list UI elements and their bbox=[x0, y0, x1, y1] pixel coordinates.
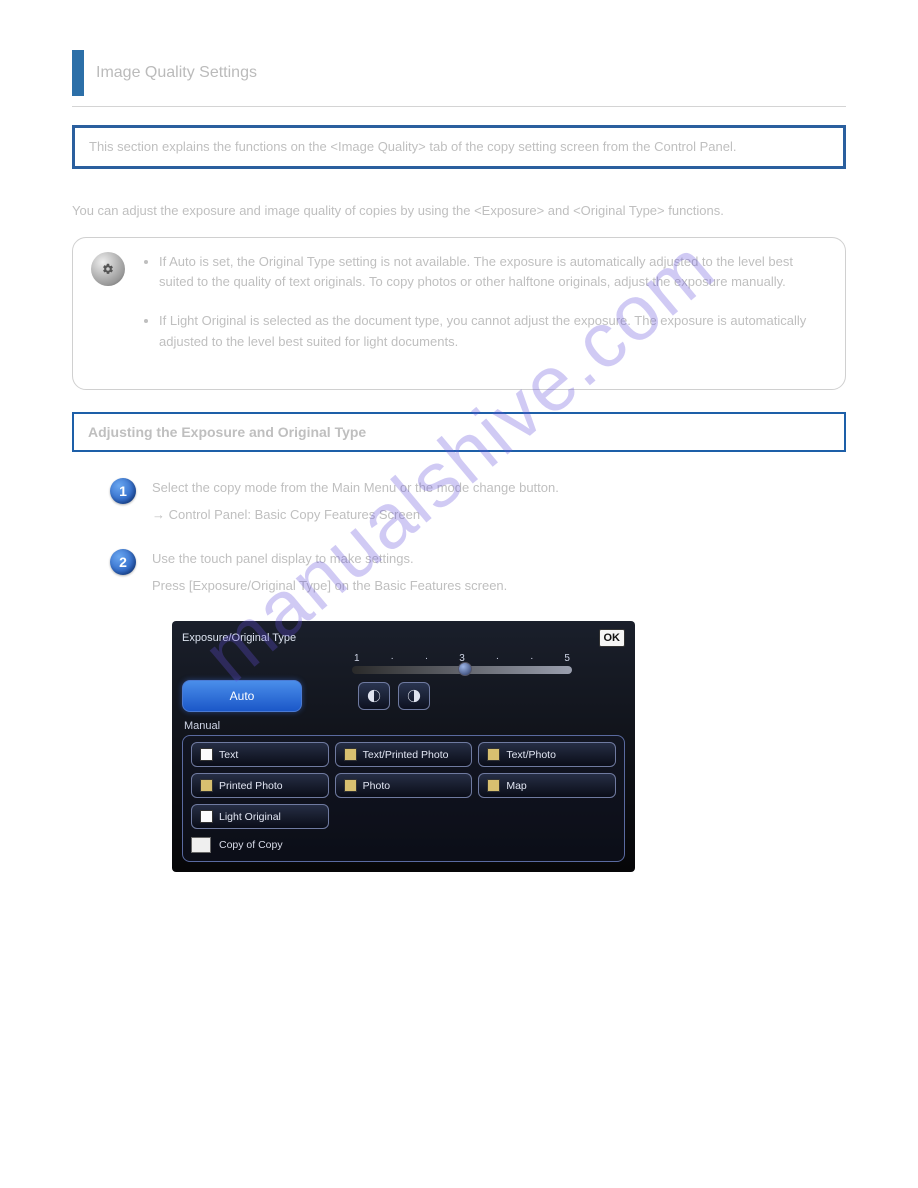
copy-of-copy-row[interactable]: Copy of Copy bbox=[191, 837, 616, 853]
note-box: If Auto is set, the Original Type settin… bbox=[72, 237, 846, 390]
type-row-3: Light Original bbox=[191, 804, 616, 829]
step-2-text: Use the touch panel display to make sett… bbox=[152, 549, 507, 603]
type-text-button[interactable]: Text bbox=[191, 742, 329, 767]
manual-group: Text Text/Printed Photo Text/Photo Print… bbox=[182, 735, 625, 862]
btn-label: Text/Photo bbox=[506, 749, 556, 761]
lighter-button[interactable] bbox=[398, 682, 430, 710]
intro-paragraph: You can adjust the exposure and image qu… bbox=[72, 201, 846, 221]
gear-glyph bbox=[102, 263, 114, 275]
slider-mark: · bbox=[496, 653, 499, 664]
btn-label: Map bbox=[506, 780, 526, 792]
darker-button[interactable] bbox=[358, 682, 390, 710]
slider-mark: 5 bbox=[564, 653, 570, 664]
copy-of-copy-label: Copy of Copy bbox=[219, 839, 283, 851]
title-accent-bar bbox=[72, 50, 84, 96]
panel-header: Exposure/Original Type OK bbox=[182, 629, 625, 647]
doc-icon bbox=[487, 779, 500, 792]
step-1-line-2: → Control Panel: Basic Copy Features Scr… bbox=[152, 505, 559, 526]
auto-and-adjust-row: Auto bbox=[182, 680, 625, 712]
slider-mark: 1 bbox=[354, 653, 360, 664]
type-text-photo-button[interactable]: Text/Photo bbox=[478, 742, 616, 767]
doc-icon bbox=[344, 748, 357, 761]
gear-icon bbox=[91, 252, 125, 286]
note-item-1: If Auto is set, the Original Type settin… bbox=[159, 252, 827, 294]
panel-title: Exposure/Original Type bbox=[182, 632, 296, 644]
doc-icon bbox=[344, 779, 357, 792]
touch-panel: Exposure/Original Type OK 1 · · 3 · · 5 … bbox=[172, 621, 635, 872]
type-printed-photo-button[interactable]: Printed Photo bbox=[191, 773, 329, 798]
doc-icon bbox=[200, 810, 213, 823]
page-title-row: Image Quality Settings bbox=[72, 50, 846, 96]
touch-panel-wrapper: Exposure/Original Type OK 1 · · 3 · · 5 … bbox=[172, 621, 846, 872]
btn-label: Text bbox=[219, 749, 238, 761]
ok-button[interactable]: OK bbox=[599, 629, 626, 647]
type-row-1: Text Text/Printed Photo Text/Photo bbox=[191, 742, 616, 767]
note-item-2: If Light Original is selected as the doc… bbox=[159, 311, 827, 353]
btn-label: Printed Photo bbox=[219, 780, 283, 792]
intro-box: This section explains the functions on t… bbox=[72, 125, 846, 169]
subheader-text: Adjusting the Exposure and Original Type bbox=[88, 424, 366, 440]
adjust-buttons bbox=[358, 682, 430, 710]
step-2: 2 Use the touch panel display to make se… bbox=[110, 549, 846, 603]
doc-icon bbox=[200, 779, 213, 792]
btn-label: Light Original bbox=[219, 811, 281, 823]
manual-label: Manual bbox=[184, 720, 625, 732]
slider-mark: · bbox=[425, 653, 428, 664]
type-text-printed-photo-button[interactable]: Text/Printed Photo bbox=[335, 742, 473, 767]
step-2-line-1: Use the touch panel display to make sett… bbox=[152, 549, 507, 570]
type-map-button[interactable]: Map bbox=[478, 773, 616, 798]
exposure-slider[interactable] bbox=[352, 666, 572, 674]
doc-icon bbox=[200, 748, 213, 761]
checkbox-icon[interactable] bbox=[191, 837, 211, 853]
btn-label: Photo bbox=[363, 780, 390, 792]
slider-mark: · bbox=[530, 653, 533, 664]
type-photo-button[interactable]: Photo bbox=[335, 773, 473, 798]
half-moon-dark-icon bbox=[367, 689, 381, 703]
section-subheader: Adjusting the Exposure and Original Type bbox=[72, 412, 846, 452]
auto-button[interactable]: Auto bbox=[182, 680, 302, 712]
step-badge-1: 1 bbox=[110, 478, 136, 504]
step-2-line-2: Press [Exposure/Original Type] on the Ba… bbox=[152, 576, 507, 597]
step-1-line-1: Select the copy mode from the Main Menu … bbox=[152, 478, 559, 499]
half-moon-light-icon bbox=[407, 689, 421, 703]
step-1-text: Select the copy mode from the Main Menu … bbox=[152, 478, 559, 532]
step-1: 1 Select the copy mode from the Main Men… bbox=[110, 478, 846, 532]
divider bbox=[72, 106, 846, 107]
exposure-slider-area: 1 · · 3 · · 5 bbox=[352, 653, 625, 674]
slider-mark: · bbox=[391, 653, 394, 664]
doc-icon bbox=[487, 748, 500, 761]
slider-thumb[interactable] bbox=[458, 662, 472, 676]
type-light-original-button[interactable]: Light Original bbox=[191, 804, 329, 829]
note-list: If Auto is set, the Original Type settin… bbox=[139, 252, 827, 371]
step-badge-2: 2 bbox=[110, 549, 136, 575]
type-row-2: Printed Photo Photo Map bbox=[191, 773, 616, 798]
intro-text: This section explains the functions on t… bbox=[89, 139, 736, 154]
page-title: Image Quality Settings bbox=[96, 64, 257, 82]
btn-label: Text/Printed Photo bbox=[363, 749, 449, 761]
